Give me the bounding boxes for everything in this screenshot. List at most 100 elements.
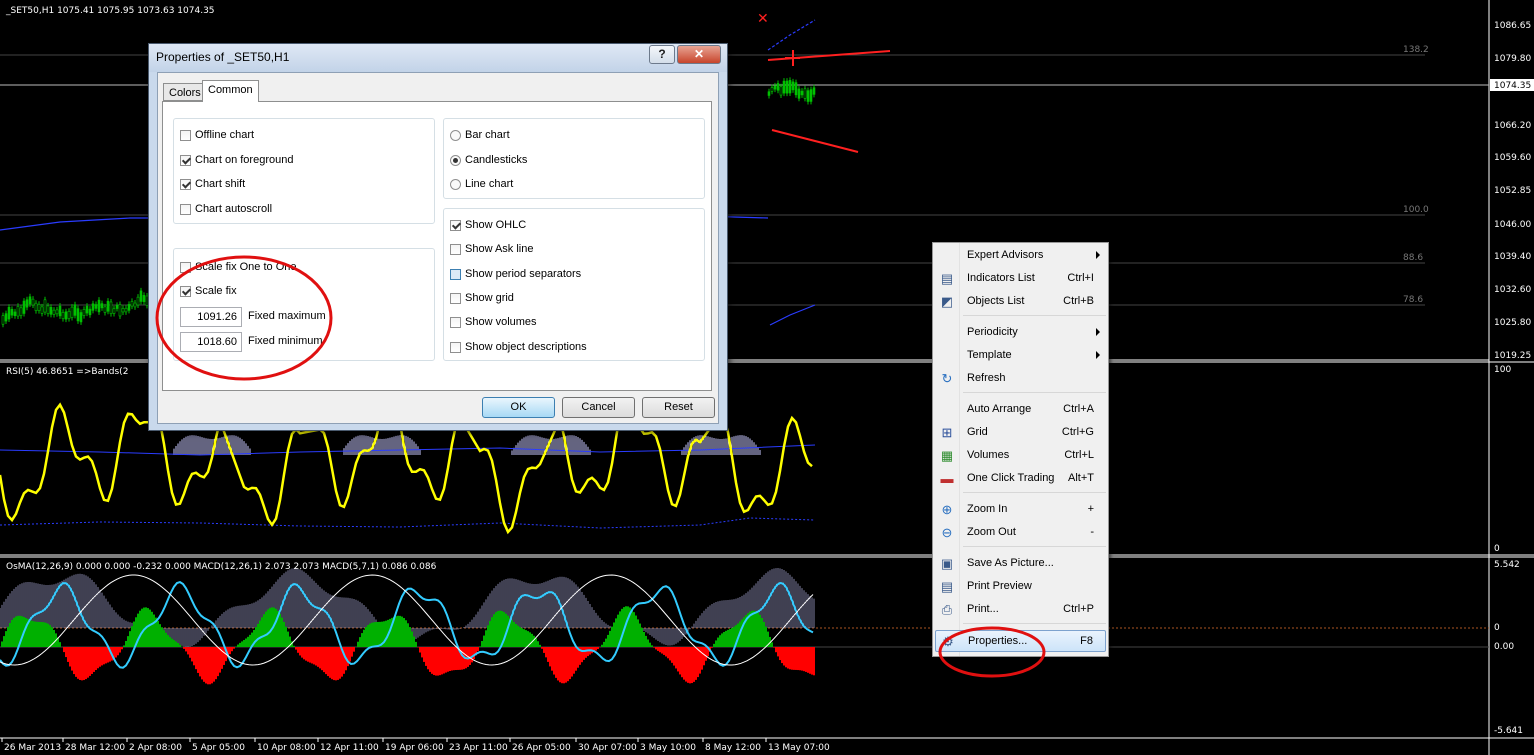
cancel-button[interactable]: Cancel <box>562 397 635 418</box>
candle <box>4 313 8 322</box>
offline-chart-option[interactable]: Offline chart <box>180 127 254 143</box>
option-label: Chart autoscroll <box>195 203 273 215</box>
candle <box>139 290 143 302</box>
line-chart-option[interactable]: Line chart <box>450 176 513 192</box>
scale-fix-checkbox[interactable] <box>180 285 191 297</box>
menu-separator <box>963 623 1106 624</box>
show-object-descriptions-option[interactable]: Show object descriptions <box>450 339 587 355</box>
chart-type-group: Bar chart Candlesticks Line chart <box>443 118 705 199</box>
chart-on-foreground-checkbox[interactable] <box>180 154 191 166</box>
candle <box>64 311 68 320</box>
candle <box>112 308 116 314</box>
chart-shift-checkbox[interactable] <box>180 178 191 190</box>
option-label: Show Ask line <box>465 243 534 255</box>
bar-chart-option[interactable]: Bar chart <box>450 127 510 143</box>
price-axis-label: 1079.80 <box>1494 54 1531 64</box>
scale-fix-one-to-one-option[interactable]: Scale fix One to One <box>180 259 297 275</box>
menu-item-volumes[interactable]: ▦ Volumes Ctrl+L <box>935 445 1106 467</box>
candle <box>785 80 789 94</box>
reset-button[interactable]: Reset <box>642 397 715 418</box>
candle <box>61 312 65 319</box>
time-axis-label: 3 May 10:00 <box>640 743 696 753</box>
show-grid-option[interactable]: Show grid <box>450 290 514 306</box>
menu-item-auto-arrange[interactable]: Auto Arrange Ctrl+A <box>935 399 1106 421</box>
menu-item-save-as-picture[interactable]: ▣ Save As Picture... <box>935 553 1106 575</box>
candle <box>100 303 104 309</box>
chart-autoscroll-option[interactable]: Chart autoscroll <box>180 201 272 217</box>
menu-item-refresh[interactable]: ↻ Refresh <box>935 368 1106 390</box>
candle <box>773 85 777 90</box>
candlesticks-option[interactable]: Candlesticks <box>450 152 527 168</box>
bar-chart-radio[interactable] <box>450 129 461 141</box>
menu-item-objects-list[interactable]: ◩ Objects List Ctrl+B <box>935 291 1106 313</box>
ok-button[interactable]: OK <box>482 397 555 418</box>
candle <box>7 306 11 320</box>
candle <box>70 306 74 318</box>
menu-item-label: Properties... <box>968 635 1028 647</box>
dialog-titlebar[interactable]: Properties of _SET50,H1 ? ✕ <box>149 44 727 72</box>
menu-item-shortcut: Ctrl+P <box>1063 603 1094 615</box>
chart-autoscroll-checkbox[interactable] <box>180 203 191 215</box>
show-volumes-checkbox[interactable] <box>450 316 461 328</box>
menu-separator <box>963 315 1106 316</box>
menu-item-indicators-list[interactable]: ▤ Indicators List Ctrl+I <box>935 268 1106 290</box>
menu-item-label: Grid <box>967 426 988 438</box>
candle <box>46 305 50 314</box>
menu-item-zoom-out[interactable]: ⊖ Zoom Out - <box>935 522 1106 544</box>
price-axis-label: 1025.80 <box>1494 318 1531 328</box>
candle <box>800 90 804 96</box>
menu-item-one-click-trading[interactable]: ▬ One Click Trading Alt+T <box>935 468 1106 490</box>
fib-level-label: 78.6 <box>1403 295 1423 305</box>
line-chart-radio[interactable] <box>450 178 461 190</box>
time-axis-label: 26 Mar 2013 <box>4 743 61 753</box>
offline-chart-checkbox[interactable] <box>180 129 191 141</box>
time-axis-label: 5 Apr 05:00 <box>192 743 245 753</box>
show-ask-line-option[interactable]: Show Ask line <box>450 241 533 257</box>
menu-item-properties[interactable]: ⚙ Properties... F8 <box>935 630 1106 652</box>
tab-colors[interactable]: Colors <box>163 83 207 101</box>
show-object-descriptions-checkbox[interactable] <box>450 341 461 353</box>
menu-item-expert-advisors[interactable]: Expert Advisors <box>935 245 1106 267</box>
scale-options-group: Scale fix One to One Scale fix 1091.26 F… <box>173 248 435 361</box>
candle <box>97 299 101 313</box>
menu-item-zoom-in[interactable]: ⊕ Zoom In + <box>935 499 1106 521</box>
show-period-separators-option[interactable]: Show period separators <box>450 266 581 282</box>
candle <box>809 89 813 102</box>
show-grid-checkbox[interactable] <box>450 292 461 304</box>
rsi-axis-label: 0 <box>1494 544 1500 554</box>
rsi-label: RSI(5) 46.8651 =>Bands(2 <box>6 367 128 377</box>
candle <box>788 80 792 94</box>
show-ask-line-checkbox[interactable] <box>450 243 461 255</box>
time-axis-label: 13 May 07:00 <box>768 743 830 753</box>
tab-common[interactable]: Common <box>202 80 259 102</box>
candle <box>49 306 53 315</box>
close-button[interactable]: ✕ <box>677 45 721 64</box>
chart-on-foreground-option[interactable]: Chart on foreground <box>180 152 293 168</box>
fixed-minimum-input[interactable]: 1018.60 <box>180 332 242 352</box>
fixed-maximum-input[interactable]: 1091.26 <box>180 307 242 327</box>
menu-item-grid[interactable]: ⊞ Grid Ctrl+G <box>935 422 1106 444</box>
help-button[interactable]: ? <box>649 45 675 64</box>
option-label: Chart on foreground <box>195 154 294 166</box>
show-volumes-option[interactable]: Show volumes <box>450 314 537 330</box>
chart-shift-option[interactable]: Chart shift <box>180 176 245 192</box>
candle <box>13 311 17 316</box>
option-label: Offline chart <box>195 129 255 141</box>
candle <box>34 302 38 311</box>
scale-fix-one-to-one-checkbox[interactable] <box>180 261 191 273</box>
menu-item-template[interactable]: Template <box>935 345 1106 367</box>
menu-item-print-preview[interactable]: ▤ Print Preview <box>935 576 1106 598</box>
zoom-in-icon: ⊕ <box>941 502 953 517</box>
candle <box>52 309 56 315</box>
show-period-separators-checkbox[interactable] <box>450 268 461 280</box>
show-ohlc-option[interactable]: Show OHLC <box>450 217 526 233</box>
show-ohlc-checkbox[interactable] <box>450 219 461 231</box>
fixed-minimum-label: Fixed minimum <box>248 335 323 347</box>
candlesticks-radio[interactable] <box>450 154 461 166</box>
candle <box>136 296 140 306</box>
scale-fix-option[interactable]: Scale fix <box>180 283 237 299</box>
menu-item-print[interactable]: ⎙ Print... Ctrl+P <box>935 599 1106 621</box>
menu-item-periodicity[interactable]: Periodicity <box>935 322 1106 344</box>
option-label: Chart shift <box>195 178 246 190</box>
menu-item-shortcut: - <box>1090 526 1094 538</box>
